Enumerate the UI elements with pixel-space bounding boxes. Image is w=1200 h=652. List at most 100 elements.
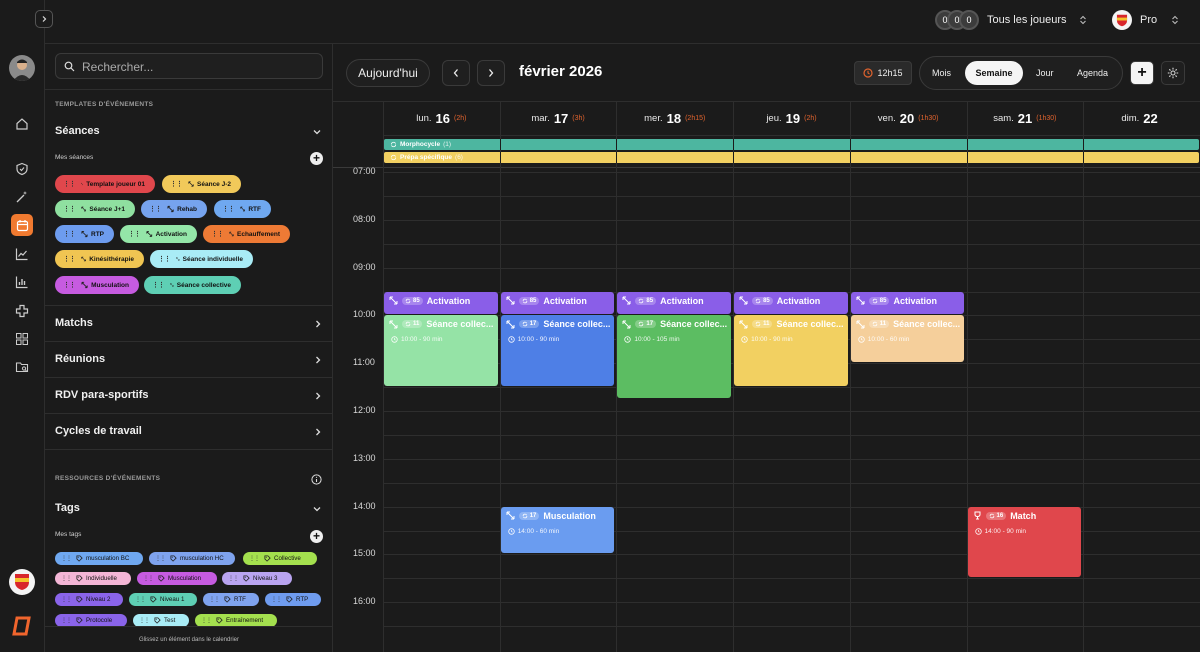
sidebar-section-row[interactable]: Cycles de travail xyxy=(45,414,332,450)
calendar-event[interactable]: 85 Activation xyxy=(384,291,498,315)
all-day-event[interactable]: Morphocycle (1) xyxy=(384,139,1199,150)
drag-handle-icon[interactable]: ⋮⋮ xyxy=(222,205,235,213)
calendar-event[interactable]: 85 Activation xyxy=(734,291,848,315)
calendar-event[interactable]: 85 Activation xyxy=(617,291,732,315)
drag-handle-icon[interactable]: ⋮⋮ xyxy=(61,575,72,582)
view-month[interactable]: Mois xyxy=(932,68,951,78)
tag-chip[interactable]: ⋮⋮ Musculation xyxy=(137,572,217,585)
drag-handle-icon[interactable]: ⋮⋮ xyxy=(139,617,150,624)
folder-search-icon[interactable] xyxy=(13,358,31,376)
view-week[interactable]: Semaine xyxy=(965,61,1023,85)
seance-template-chip[interactable]: ⋮⋮ Séance individuelle xyxy=(150,250,253,268)
shield-icon[interactable] xyxy=(13,160,31,178)
players-selector[interactable]: 0 0 0 Tous les joueurs xyxy=(933,9,1093,31)
day-header[interactable]: dim. 22 xyxy=(1083,102,1200,135)
day-header[interactable]: jeu. 19 (2h) xyxy=(733,102,850,135)
drag-handle-icon[interactable]: ⋮⋮ xyxy=(61,555,72,562)
calendar-event[interactable]: 11 Séance collec... 10:00 - 60 min xyxy=(850,315,965,363)
drag-handle-icon[interactable]: ⋮⋮ xyxy=(170,180,183,188)
settings-button[interactable] xyxy=(1161,61,1185,85)
next-week-button[interactable] xyxy=(477,60,505,86)
calendar-event[interactable]: 17 Musculation 14:00 - 60 min xyxy=(500,506,615,554)
calendar-event[interactable]: 11 Séance collec... 10:00 - 90 min xyxy=(734,315,848,387)
day-header[interactable]: mer. 18 (2h15) xyxy=(616,102,733,135)
club-logo[interactable] xyxy=(9,569,35,595)
drag-handle-icon[interactable]: ⋮⋮ xyxy=(158,255,171,263)
all-day-event[interactable]: Prépa spécifique (6) xyxy=(384,152,1199,163)
tag-chip[interactable]: ⋮⋮ Niveau 1 xyxy=(129,593,197,606)
info-icon[interactable] xyxy=(311,474,322,485)
seance-template-chip[interactable]: ⋮⋮ RTP xyxy=(55,225,114,243)
tags-section-title[interactable]: Tags xyxy=(55,502,80,514)
today-button[interactable]: Aujourd'hui xyxy=(346,59,430,87)
seance-template-chip[interactable]: ⋮⋮ Template joueur 01 xyxy=(55,175,155,193)
bar-chart-icon[interactable] xyxy=(13,273,31,291)
day-header[interactable]: sam. 21 (1h30) xyxy=(967,102,1084,135)
drag-handle-icon[interactable]: ⋮⋮ xyxy=(135,596,146,603)
chevron-down-icon[interactable] xyxy=(312,504,322,514)
day-column[interactable] xyxy=(1083,102,1200,652)
drag-handle-icon[interactable]: ⋮⋮ xyxy=(209,596,220,603)
prev-week-button[interactable] xyxy=(442,60,470,86)
day-header[interactable]: lun. 16 (2h) xyxy=(383,102,500,135)
drag-handle-icon[interactable]: ⋮⋮ xyxy=(128,230,141,238)
user-avatar[interactable] xyxy=(9,55,35,81)
drag-handle-icon[interactable]: ⋮⋮ xyxy=(152,281,165,289)
collapse-sidebar-button[interactable] xyxy=(35,10,53,28)
calendar-event[interactable]: 85 Activation xyxy=(500,291,615,315)
drag-handle-icon[interactable]: ⋮⋮ xyxy=(201,617,212,624)
add-tag-button[interactable]: + xyxy=(310,530,323,543)
seance-template-chip[interactable]: ⋮⋮ Séance J+1 xyxy=(55,200,135,218)
line-chart-icon[interactable] xyxy=(13,245,31,263)
drag-handle-icon[interactable]: ⋮⋮ xyxy=(63,230,76,238)
add-seance-button[interactable]: + xyxy=(310,152,323,165)
tag-chip[interactable]: ⋮⋮ Niveau 3 xyxy=(222,572,292,585)
calendar-nav-button[interactable] xyxy=(11,214,33,236)
day-header[interactable]: mar. 17 (3h) xyxy=(500,102,617,135)
home-icon[interactable] xyxy=(13,115,31,133)
calendar-event[interactable]: 17 Séance collec... 10:00 - 105 min xyxy=(617,315,732,399)
tag-chip[interactable]: ⋮⋮ Collective xyxy=(243,552,317,565)
tag-chip[interactable]: ⋮⋮ musculation HC xyxy=(149,552,235,565)
grid-icon[interactable] xyxy=(13,330,31,348)
drag-handle-icon[interactable]: ⋮⋮ xyxy=(249,555,260,562)
calendar-event[interactable]: 16 Match 14:00 - 90 min xyxy=(967,506,1082,578)
sidebar-section-row[interactable]: Matchs xyxy=(45,306,332,342)
tag-chip[interactable]: ⋮⋮ RTF xyxy=(203,593,259,606)
seance-template-chip[interactable]: ⋮⋮ Echauffement xyxy=(203,225,290,243)
seance-template-chip[interactable]: ⋮⋮ Séance collective xyxy=(144,276,241,294)
drag-handle-icon[interactable]: ⋮⋮ xyxy=(155,555,166,562)
sidebar-section-row[interactable]: RDV para-sportifs xyxy=(45,378,332,414)
drag-handle-icon[interactable]: ⋮⋮ xyxy=(63,255,76,263)
team-selector[interactable]: Pro xyxy=(1112,9,1192,31)
drag-handle-icon[interactable]: ⋮⋮ xyxy=(211,230,224,238)
magic-wand-icon[interactable] xyxy=(13,188,31,206)
tag-chip[interactable]: ⋮⋮ Niveau 2 xyxy=(55,593,123,606)
seance-template-chip[interactable]: ⋮⋮ Rehab xyxy=(141,200,207,218)
drag-handle-icon[interactable]: ⋮⋮ xyxy=(63,205,76,213)
search-box[interactable] xyxy=(55,53,323,79)
drag-handle-icon[interactable]: ⋮⋮ xyxy=(149,205,162,213)
drag-handle-icon[interactable]: ⋮⋮ xyxy=(228,575,239,582)
tag-chip[interactable]: ⋮⋮ musculation BC xyxy=(55,552,143,565)
day-column[interactable] xyxy=(849,102,967,652)
sidebar-section-row[interactable]: Réunions xyxy=(45,342,332,378)
drag-handle-icon[interactable]: ⋮⋮ xyxy=(143,575,154,582)
drag-handle-icon[interactable]: ⋮⋮ xyxy=(63,281,76,289)
calendar-event[interactable]: 17 Séance collec... 10:00 - 90 min xyxy=(500,315,615,387)
drag-handle-icon[interactable]: ⋮⋮ xyxy=(63,180,76,188)
view-agenda[interactable]: Agenda xyxy=(1077,68,1108,78)
seance-template-chip[interactable]: ⋮⋮ Séance J-2 xyxy=(162,175,241,193)
seances-section-title[interactable]: Séances xyxy=(55,125,100,137)
seance-template-chip[interactable]: ⋮⋮ RTF xyxy=(214,200,271,218)
drag-handle-icon[interactable]: ⋮⋮ xyxy=(61,596,72,603)
seance-template-chip[interactable]: ⋮⋮ Musculation xyxy=(55,276,139,294)
seance-template-chip[interactable]: ⋮⋮ Kinésithérapie xyxy=(55,250,144,268)
tag-chip[interactable]: ⋮⋮ RTP xyxy=(265,593,321,606)
add-event-button[interactable]: + xyxy=(1130,61,1154,85)
calendar-event[interactable]: 11 Séance collec... 10:00 - 90 min xyxy=(384,315,498,387)
calendar-event[interactable]: 85 Activation xyxy=(850,291,965,315)
drag-handle-icon[interactable]: ⋮⋮ xyxy=(61,617,72,624)
search-input[interactable] xyxy=(82,58,317,75)
tag-chip[interactable]: ⋮⋮ Individuelle xyxy=(55,572,131,585)
